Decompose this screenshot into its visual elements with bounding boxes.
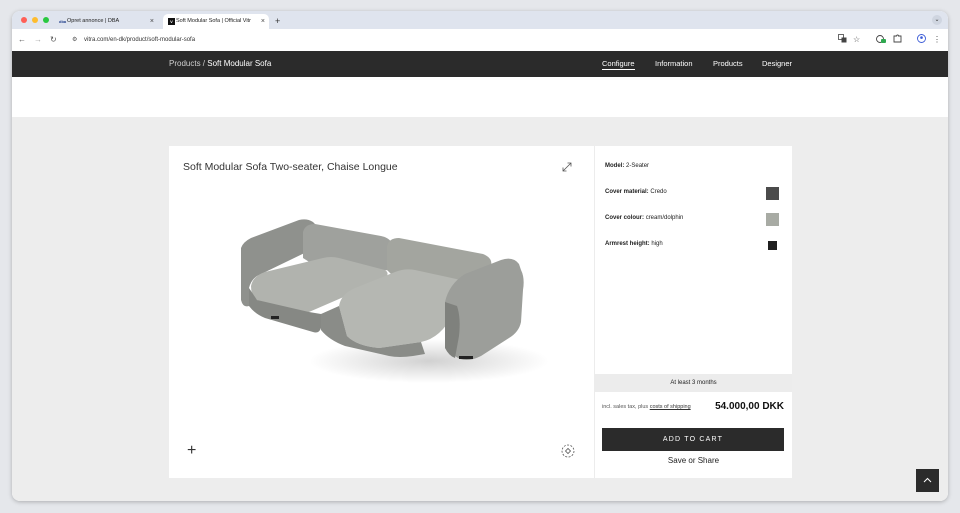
option-label: Model:	[605, 163, 625, 169]
close-window-button[interactable]	[21, 17, 27, 23]
browser-toolbar: ← → ↻ ⚙ vitra.com/en-dk/product/soft-mod…	[12, 29, 948, 52]
tab-strip: dba Opret annonce | DBA × V Soft Modular…	[12, 11, 948, 29]
cover-colour-swatch[interactable]	[766, 213, 779, 226]
product-viewer: Soft Modular Sofa Two-seater, Chaise Lon…	[169, 146, 594, 478]
option-cover-colour[interactable]: Cover colour: cream/dolphin	[605, 215, 683, 221]
tax-note-text: incl. sales tax, plus	[602, 404, 650, 410]
expand-icon[interactable]	[561, 160, 573, 172]
nav-products[interactable]: Products	[713, 51, 743, 77]
site-settings-icon[interactable]: ⚙	[72, 33, 77, 47]
armrest-height-swatch[interactable]	[768, 241, 777, 250]
lead-time-banner: At least 3 months	[595, 374, 792, 392]
nav-information[interactable]: Information	[655, 51, 693, 77]
option-label: Cover material:	[605, 189, 649, 195]
cover-material-swatch[interactable]	[766, 187, 779, 200]
tab-close-icon[interactable]: ×	[261, 14, 265, 29]
new-tab-button[interactable]: +	[275, 14, 280, 28]
sofa-3d-image[interactable]	[229, 206, 549, 386]
extension-icon[interactable]	[876, 34, 886, 47]
add-icon[interactable]: +	[187, 443, 196, 459]
breadcrumb-current: Soft Modular Sofa	[207, 59, 272, 68]
browser-window: dba Opret annonce | DBA × V Soft Modular…	[12, 11, 948, 501]
browser-tab-vitra[interactable]: V Soft Modular Sofa | Official Vitr ×	[163, 14, 269, 29]
rotate-360-icon[interactable]	[560, 443, 576, 459]
configuration-panel: Model: 2-Seater Cover material: Credo Co…	[594, 146, 792, 478]
chevron-up-icon	[923, 477, 932, 483]
price: 54.000,00 DKK	[715, 401, 784, 412]
extensions-puzzle-icon[interactable]	[893, 34, 902, 46]
address-bar[interactable]: ⚙ vitra.com/en-dk/product/soft-modular-s…	[68, 33, 828, 47]
profile-avatar-icon[interactable]	[917, 34, 926, 46]
dba-favicon-icon: dba	[59, 19, 67, 24]
breadcrumb: Products / Soft Modular Sofa	[169, 51, 271, 77]
maximize-window-button[interactable]	[43, 17, 49, 23]
breadcrumb-products-link[interactable]: Products	[169, 59, 201, 68]
forward-arrow-icon[interactable]: →	[34, 34, 42, 45]
page-spacer	[12, 77, 948, 117]
product-title: Soft Modular Sofa Two-seater, Chaise Lon…	[183, 161, 398, 173]
url-text[interactable]: vitra.com/en-dk/product/soft-modular-sof…	[84, 33, 195, 47]
tab-search-chevron-icon[interactable]: ⌄	[932, 15, 942, 25]
option-cover-material[interactable]: Cover material: Credo	[605, 189, 667, 195]
option-label: Armrest height:	[605, 241, 650, 247]
tax-note: incl. sales tax, plus costs of shipping	[602, 404, 691, 410]
tab-close-icon[interactable]: ×	[150, 14, 154, 29]
scroll-to-top-button[interactable]	[916, 469, 939, 492]
option-value: Credo	[650, 189, 667, 195]
option-label: Cover colour:	[605, 215, 645, 221]
option-model[interactable]: Model: 2-Seater	[605, 163, 649, 169]
translate-icon[interactable]	[838, 34, 847, 46]
option-value: high	[651, 241, 663, 247]
site-header: Products / Soft Modular Sofa Configure I…	[12, 51, 948, 77]
reload-icon[interactable]: ↻	[50, 34, 57, 45]
option-value: cream/dolphin	[645, 215, 684, 221]
nav-configure[interactable]: Configure	[602, 51, 635, 77]
back-arrow-icon[interactable]: ←	[18, 34, 26, 45]
add-to-cart-button[interactable]: ADD TO CART	[602, 428, 784, 451]
browser-menu-icon[interactable]: ⋮	[933, 34, 941, 45]
option-armrest-height[interactable]: Armrest height: high	[605, 241, 663, 247]
browser-tab-dba[interactable]: dba Opret annonce | DBA ×	[54, 14, 158, 29]
vitra-favicon-icon: V	[168, 18, 175, 25]
tab-title: Opret annonce | DBA	[67, 18, 120, 24]
minimize-window-button[interactable]	[32, 17, 38, 23]
shipping-costs-link[interactable]: costs of shipping	[650, 404, 691, 410]
save-or-share-link[interactable]: Save or Share	[595, 456, 792, 465]
nav-designer[interactable]: Designer	[762, 51, 792, 77]
option-value: 2-Seater	[626, 163, 650, 169]
bookmark-star-icon[interactable]: ☆	[853, 34, 860, 45]
window-controls	[21, 17, 49, 23]
tab-title: Soft Modular Sofa | Official Vitr	[176, 18, 251, 24]
